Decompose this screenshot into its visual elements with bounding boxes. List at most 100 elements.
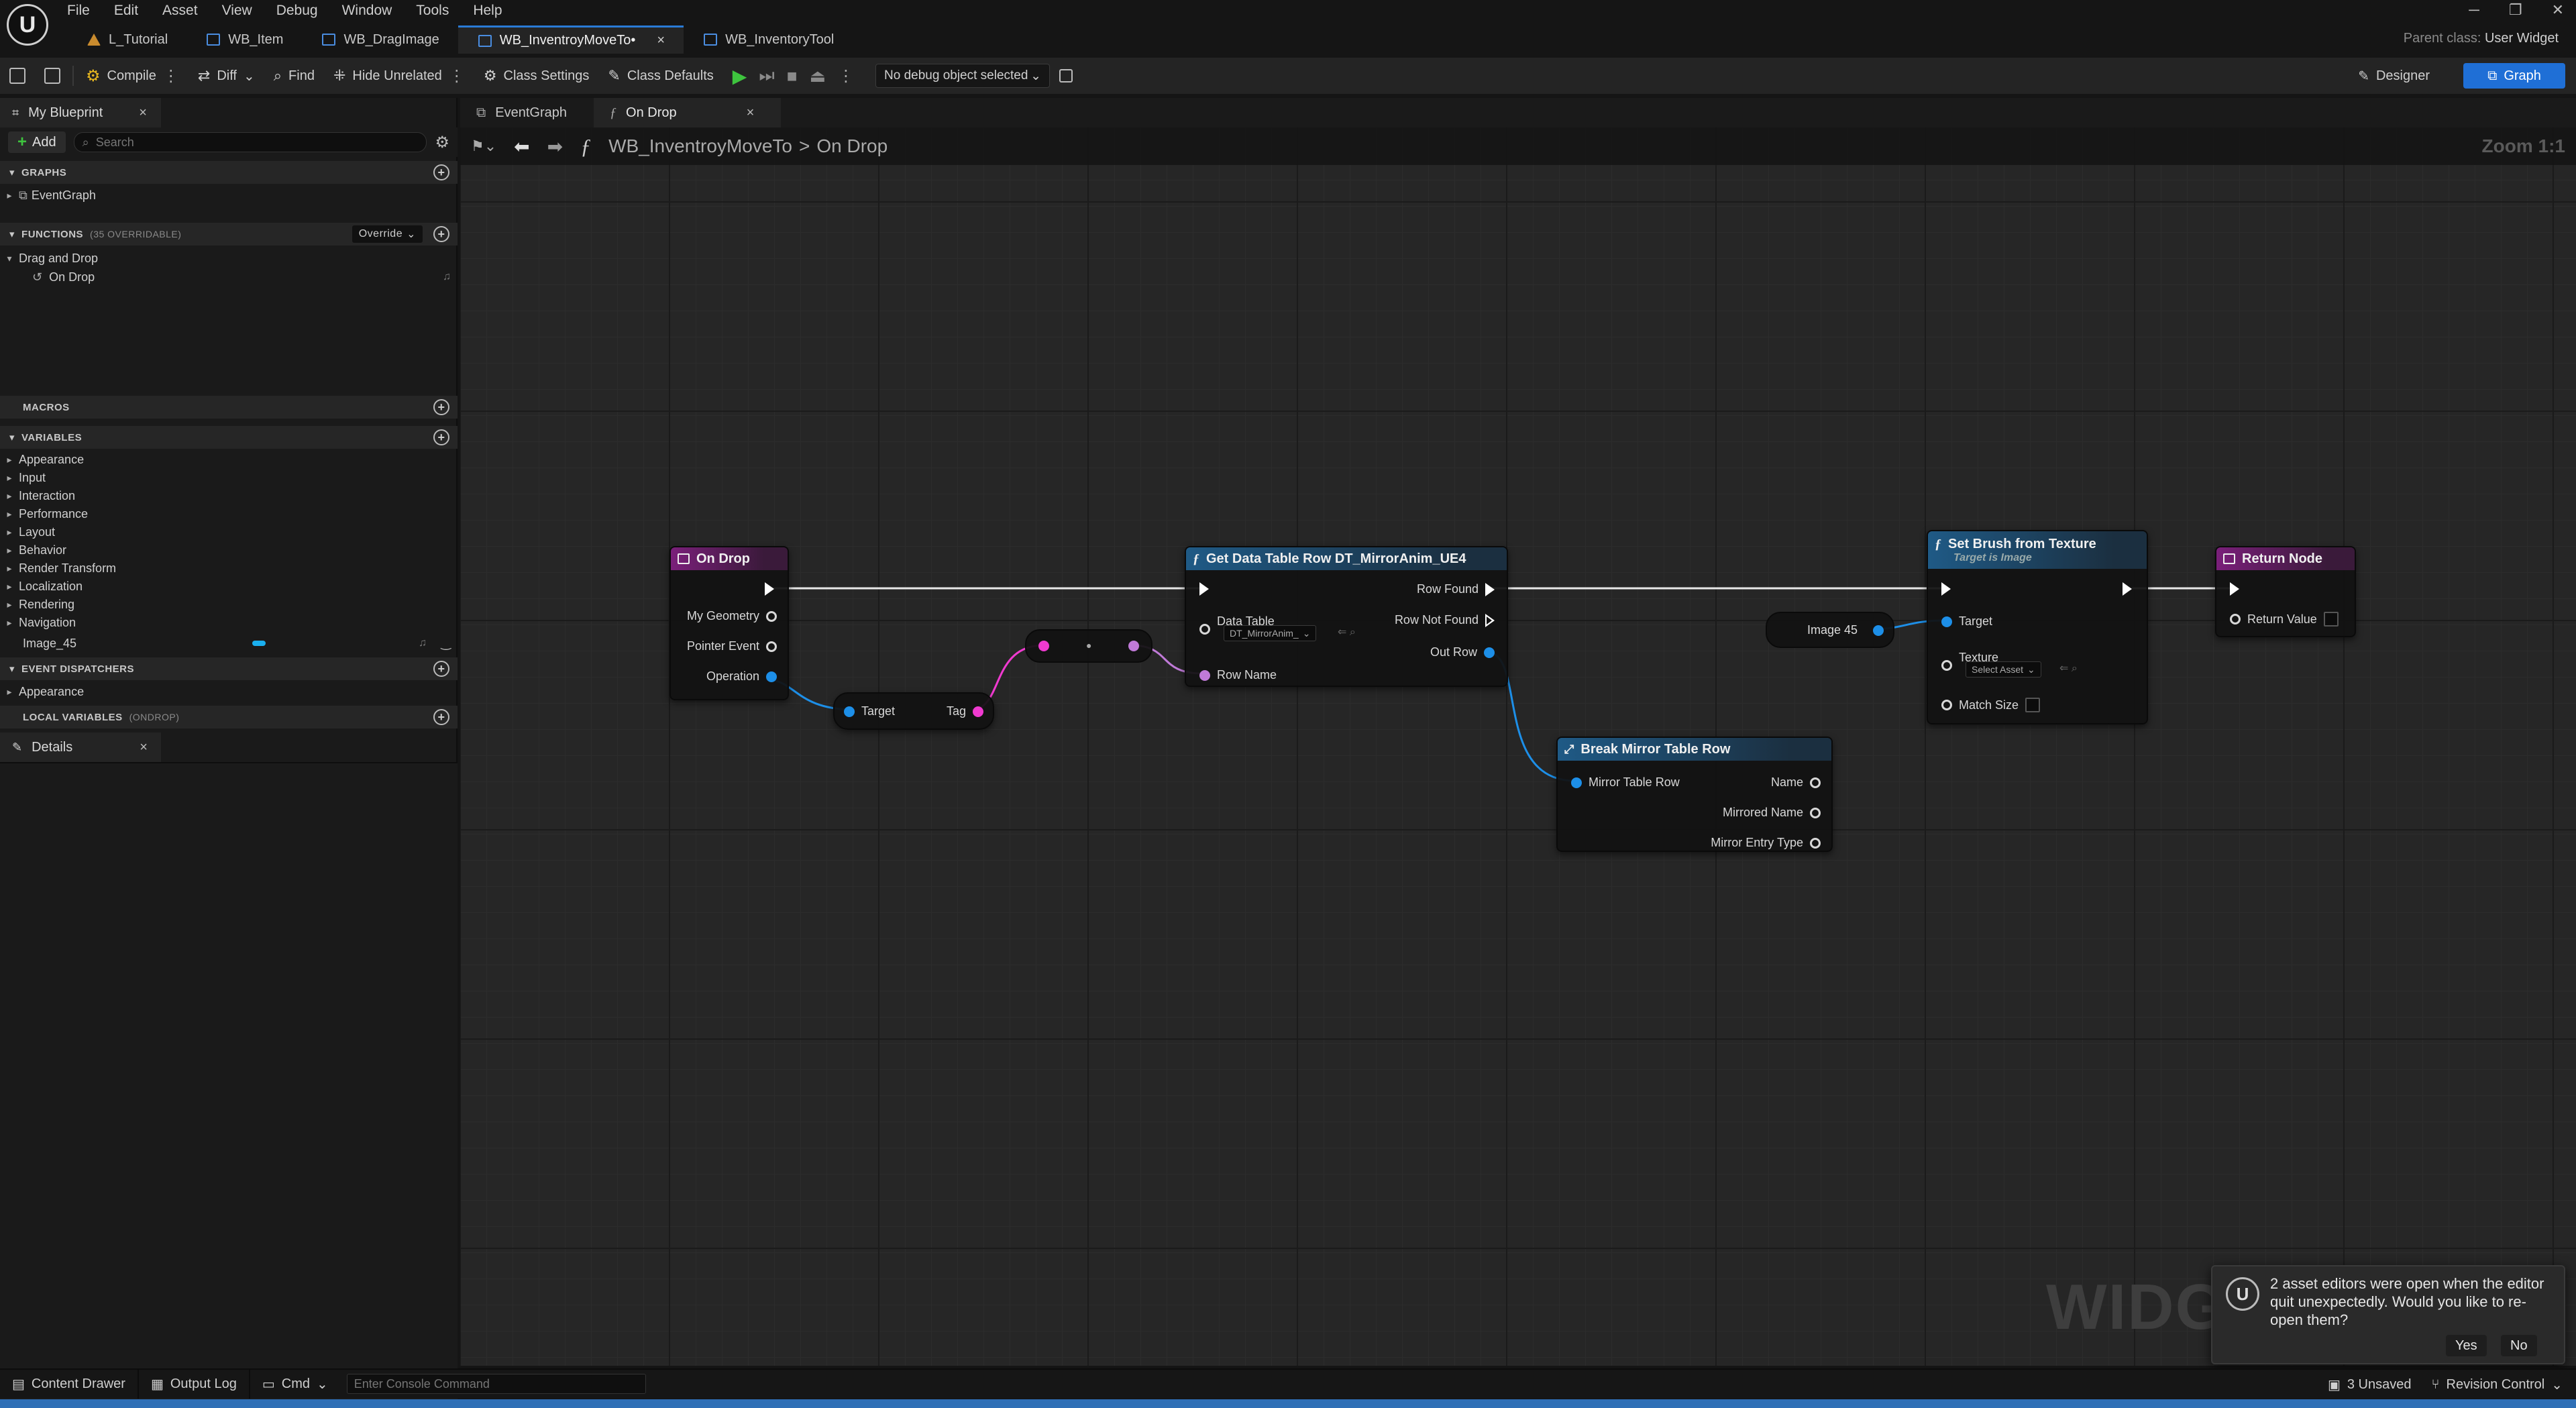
unreal-logo-icon[interactable]: U [7,4,48,46]
menu-debug[interactable]: Debug [276,0,329,21]
play-icon[interactable]: ▶ [733,65,747,87]
close-panel-icon[interactable]: × [139,105,147,121]
add-dispatcher-icon[interactable]: + [433,661,449,677]
compile-options-icon[interactable]: ⋮ [163,66,179,86]
pin-socket[interactable] [1810,837,1821,849]
unsaved-button[interactable]: ▣ 3 Unsaved [2328,1376,2412,1393]
add-variable-icon[interactable]: + [433,429,449,445]
conversion-in-pin[interactable] [1038,641,1049,651]
exec-out-pin[interactable] [1485,582,1495,596]
menu-window[interactable]: Window [342,0,403,21]
pin-row-found[interactable]: Row Found [1417,582,1495,596]
pin-my-geometry[interactable]: My Geometry [687,609,777,623]
find-button[interactable]: ⌕ Find [264,62,324,89]
exec-in-pin[interactable] [1941,582,1951,596]
close-tab-icon[interactable]: × [747,105,755,121]
gear-icon[interactable]: ⚙ [435,133,449,152]
search-input[interactable] [95,135,419,150]
section-local-variables[interactable]: LOCAL VARIABLES (ONDROP) + [0,706,458,728]
asset-tab-wb-item[interactable]: WB_Item [186,25,302,54]
expand-icon[interactable]: ▸ [0,686,19,698]
variable-category-layout[interactable]: ▸ Layout [0,523,458,541]
expand-icon[interactable]: ▸ [0,581,19,592]
dispatcher-category-appearance[interactable]: ▸ Appearance [0,683,458,700]
pin-target[interactable]: Target [1941,614,1992,629]
variable-category-performance[interactable]: ▸ Performance [0,505,458,523]
pin-socket[interactable] [766,641,777,652]
pin-return-value[interactable]: Return Value [2230,612,2339,627]
compile-button[interactable]: ⚙ Compile ⋮ [76,62,189,89]
expand-icon[interactable]: ▸ [0,617,19,629]
function-category-drag-and-drop[interactable]: ▾ Drag and Drop [0,250,458,267]
use-asset-icon[interactable]: ⇐ ⌕ [1338,625,1356,639]
pin-row-name[interactable]: Row Name [1199,668,1277,682]
pin-socket[interactable] [2230,614,2241,625]
override-dropdown[interactable]: Override ⌄ [352,225,423,243]
browse-button[interactable] [35,62,70,89]
match-size-checkbox[interactable] [2025,698,2041,712]
graph-canvas[interactable]: ⚑⌄ ⬅ ➡ ƒ WB_InventroyMoveTo > On Drop Zo… [460,127,2576,1366]
save-button[interactable] [0,62,35,89]
menu-file[interactable]: File [67,0,101,21]
hide-unrelated-button[interactable]: ⁜ Hide Unrelated ⋮ [324,62,474,89]
add-macro-icon[interactable]: + [433,399,449,415]
add-local-variable-icon[interactable]: + [433,709,449,725]
close-panel-icon[interactable]: × [140,740,148,755]
node-set-brush-from-texture[interactable]: ƒ Set Brush from Texture Target is Image… [1927,530,2148,724]
expand-icon[interactable]: ▸ [0,508,19,520]
node-conversion[interactable]: ● [1025,629,1152,663]
pin-socket[interactable] [844,706,855,717]
parent-class-value[interactable]: User Widget [2485,31,2559,46]
collapse-icon[interactable]: ▾ [0,253,19,264]
section-variables[interactable]: ▾ VARIABLES + [0,426,458,449]
use-asset-icon[interactable]: ⇐ ⌕ [2059,661,2078,675]
variable-item-image-45[interactable]: Image_45 ♫ ‿ [0,635,458,652]
pin-socket[interactable] [1941,660,1952,671]
menu-edit[interactable]: Edit [114,0,149,21]
graph-mode-button[interactable]: ⧉ Graph [2463,63,2565,89]
expand-icon[interactable]: ▸ [0,545,19,556]
stop-icon[interactable]: ■ [787,66,798,87]
variable-category-localization[interactable]: ▸ Localization [0,578,458,595]
pin-tag[interactable]: Tag [947,704,983,718]
pin-socket[interactable] [1199,669,1210,681]
class-settings-button[interactable]: ⚙ Class Settings [474,62,599,89]
exec-out-pin[interactable] [2123,582,2132,596]
close-tab-icon[interactable]: × [657,33,665,48]
return-value-checkbox[interactable] [2323,612,2339,627]
pin-socket[interactable] [1941,700,1952,710]
eye-closed-icon[interactable]: ‿ [441,637,451,651]
pin-socket[interactable] [973,706,983,717]
expand-icon[interactable]: ▸ [0,527,19,538]
menu-asset[interactable]: Asset [162,0,209,21]
output-log-button[interactable]: ▦ Output Log [139,1369,250,1399]
expand-icon[interactable]: ▸ [0,454,19,466]
node-break-mirror-table-row[interactable]: ⤢ Break Mirror Table Row Mirror Table Ro… [1556,737,1833,852]
section-functions[interactable]: ▾ FUNCTIONS (35 OVERRIDABLE) Override ⌄ + [0,223,458,246]
variable-category-appearance[interactable]: ▸ Appearance [0,451,458,468]
pin-row-not-found[interactable]: Row Not Found [1395,613,1495,627]
designer-mode-button[interactable]: ✎ Designer [2346,63,2442,89]
variable-category-input[interactable]: ▸ Input [0,469,458,486]
node-return[interactable]: Return Node Return Value [2215,546,2356,637]
expand-icon[interactable]: ▸ [0,472,19,484]
asset-tab-wb-dragimage[interactable]: WB_DragImage [302,25,458,54]
step-icon[interactable]: ⏭ [759,65,774,87]
data-table-asset-dropdown[interactable]: DT_MirrorAnim_ ⌄ [1224,625,1317,641]
exec-in-pin[interactable] [2230,582,2239,596]
asset-tab-wb-inventroymoveto[interactable]: WB_InventroyMoveTo• × [458,25,684,54]
pin-target[interactable]: Target [844,704,895,718]
cmd-dropdown[interactable]: ▭ Cmd ⌄ [250,1369,340,1399]
revision-control-button[interactable]: ⑂ Revision Control ⌄ [2432,1376,2563,1393]
function-item-on-drop[interactable]: ↺ On Drop ♫ [0,268,458,286]
menu-help[interactable]: Help [473,0,513,21]
minimize-icon[interactable]: ─ [2469,1,2479,19]
pin-mirror-table-row[interactable]: Mirror Table Row [1571,775,1680,790]
close-icon[interactable]: ✕ [2552,1,2564,19]
variable-out-pin[interactable] [1873,625,1884,636]
expand-icon[interactable]: ▸ [0,563,19,574]
node-on-drop[interactable]: On Drop My Geometry Pointer Event Operat… [669,546,789,700]
menu-tools[interactable]: Tools [416,0,460,21]
pin-socket[interactable] [766,671,777,682]
asset-tab-wb-inventorytool[interactable]: WB_InventoryTool [684,25,853,54]
